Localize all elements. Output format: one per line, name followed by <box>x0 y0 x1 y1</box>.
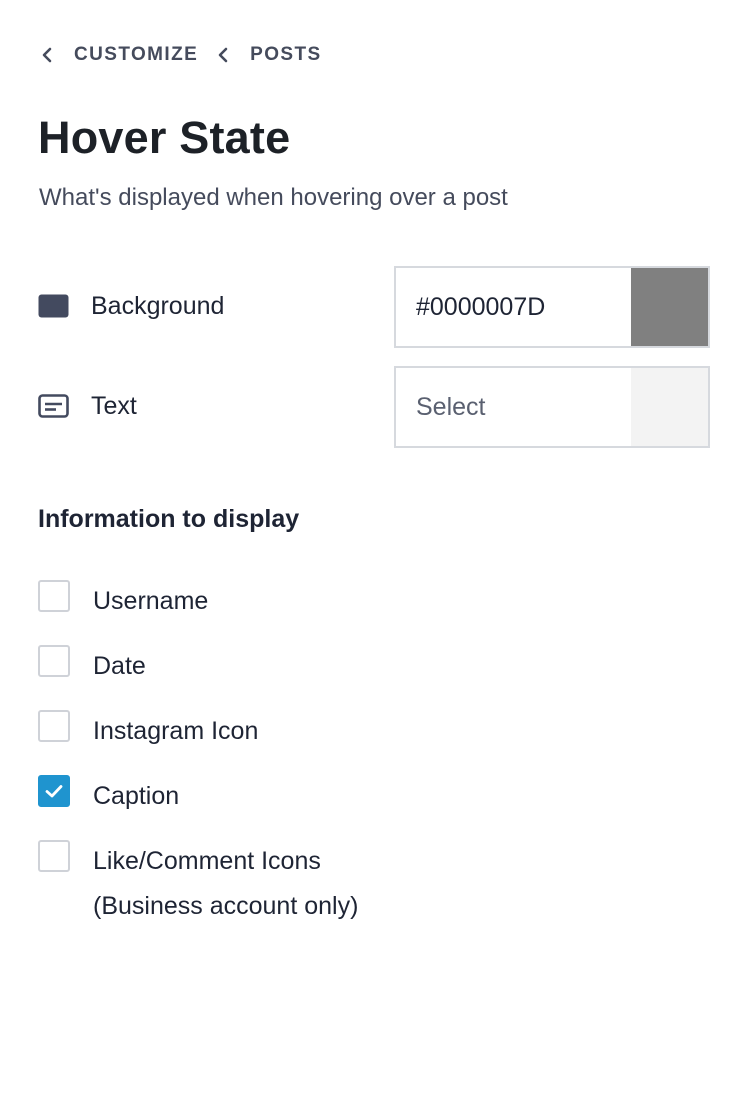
text-color-row: Text Select <box>38 366 710 448</box>
text-box-icon <box>38 394 69 418</box>
text-color-swatch[interactable] <box>631 368 708 446</box>
breadcrumb-customize[interactable]: CUSTOMIZE <box>40 44 198 66</box>
checkbox[interactable] <box>38 580 70 612</box>
background-color-row: Background #0000007D <box>38 266 710 348</box>
text-color-picker[interactable]: Select <box>394 366 710 448</box>
option-caption[interactable]: Caption <box>38 775 179 819</box>
option-label-line2: (Business account only) <box>93 892 359 920</box>
background-color-value[interactable]: #0000007D <box>396 268 631 346</box>
page-title: Hover State <box>38 112 291 163</box>
background-color-swatch[interactable] <box>631 268 708 346</box>
option-label: Instagram Icon <box>93 717 259 745</box>
option-date[interactable]: Date <box>38 645 146 689</box>
checkmark-icon <box>44 783 64 799</box>
text-color-placeholder[interactable]: Select <box>396 368 631 446</box>
page-subtitle: What's displayed when hovering over a po… <box>39 184 508 211</box>
chevron-left-icon <box>40 47 54 63</box>
option-label: Username <box>93 587 209 615</box>
chevron-left-icon <box>216 47 230 63</box>
background-label-text: Background <box>91 291 225 320</box>
option-label: Caption <box>93 782 180 810</box>
background-color-picker[interactable]: #0000007D <box>394 266 710 348</box>
breadcrumb-label: CUSTOMIZE <box>74 44 199 65</box>
option-instagram-icon[interactable]: Instagram Icon <box>38 710 258 754</box>
option-label-line1: Like/Comment Icons <box>93 847 321 875</box>
checkbox[interactable] <box>38 710 70 742</box>
checkbox[interactable] <box>38 840 70 872</box>
background-label: Background <box>38 266 224 346</box>
option-like-comment-icons[interactable]: Like/Comment Icons (Business account onl… <box>38 840 358 929</box>
checkbox-checked[interactable] <box>38 775 70 807</box>
section-title: Information to display <box>38 505 300 533</box>
color-swatch-icon <box>38 294 69 318</box>
breadcrumb: CUSTOMIZE POSTS <box>40 40 322 70</box>
checkbox[interactable] <box>38 645 70 677</box>
breadcrumb-posts[interactable]: POSTS <box>216 44 321 66</box>
text-label-text: Text <box>91 391 137 420</box>
breadcrumb-label: POSTS <box>250 44 322 65</box>
text-label: Text <box>38 366 137 446</box>
option-label: Like/Comment Icons (Business account onl… <box>93 839 358 929</box>
option-label: Date <box>93 652 146 680</box>
option-username[interactable]: Username <box>38 580 208 624</box>
